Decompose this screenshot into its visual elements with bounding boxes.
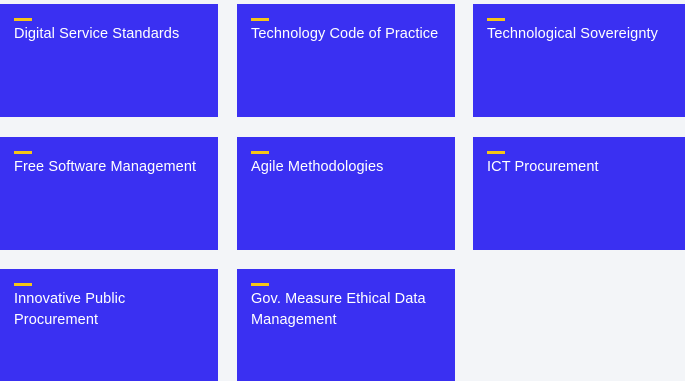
card-title: Free Software Management [14, 159, 197, 175]
card-title: Innovative Public Procurement [14, 291, 126, 328]
accent-bar [487, 151, 505, 154]
card-innovative-public-procurement[interactable]: Innovative Public Procurement [0, 269, 218, 381]
accent-bar [251, 151, 269, 154]
accent-bar [14, 283, 32, 286]
card-technological-sovereignty[interactable]: Technological Sovereignty [473, 4, 685, 117]
accent-bar [487, 18, 505, 21]
card-digital-service-standards[interactable]: Digital Service Standards [0, 4, 218, 117]
card-gov-measure-ethical-data-management[interactable]: Gov. Measure Ethical Data Management [237, 269, 455, 381]
accent-bar [14, 18, 32, 21]
card-title: ICT Procurement [487, 159, 599, 175]
accent-bar [251, 283, 269, 286]
card-ict-procurement[interactable]: ICT Procurement [473, 137, 685, 250]
card-technology-code-of-practice[interactable]: Technology Code of Practice [237, 4, 455, 117]
card-free-software-management[interactable]: Free Software Management [0, 137, 218, 250]
accent-bar [14, 151, 32, 154]
card-grid: Digital Service Standards Technology Cod… [0, 0, 685, 381]
card-agile-methodologies[interactable]: Agile Methodologies [237, 137, 455, 250]
card-title: Technology Code of Practice [251, 26, 439, 42]
card-title: Gov. Measure Ethical Data Management [251, 291, 426, 328]
card-title: Technological Sovereignty [487, 26, 658, 42]
card-title: Digital Service Standards [14, 26, 180, 42]
card-title: Agile Methodologies [251, 159, 384, 175]
accent-bar [251, 18, 269, 21]
